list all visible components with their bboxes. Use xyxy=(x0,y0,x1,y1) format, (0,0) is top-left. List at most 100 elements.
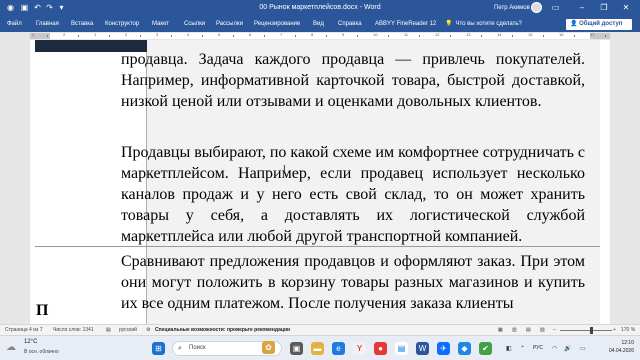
search-highlight-icon[interactable]: ✿ xyxy=(262,341,275,354)
ruler-tick xyxy=(388,35,389,37)
ruler-area: 1 2 1 2 3 4 5 6 7 8 9 10 11 12 13 14 15 16 17 xyxy=(0,32,640,40)
ruler-number: 17 xyxy=(590,32,595,37)
word-app-icon[interactable]: W xyxy=(416,342,429,355)
ruler-number: 6 xyxy=(249,32,252,37)
ruler-tick xyxy=(171,35,172,37)
left-cell-text-fragment: П xyxy=(36,302,49,319)
ruler-tick xyxy=(419,35,420,37)
ruler-number: 16 xyxy=(559,32,564,37)
windows-start-icon[interactable]: ⊞ xyxy=(152,342,165,355)
wifi-icon[interactable]: ◠ xyxy=(552,345,557,352)
cloud-icon[interactable]: ☁ xyxy=(6,342,19,353)
weather-temperature[interactable]: 12°C xyxy=(24,339,37,345)
document-page[interactable]: продавца. Задача каждого продавца — прив… xyxy=(30,40,610,324)
ruler-number: 2 xyxy=(63,32,66,37)
ruler-tick xyxy=(326,35,327,37)
ruler-tick xyxy=(574,35,575,37)
ruler-tick xyxy=(357,35,358,37)
share-button[interactable]: 👤 Общий доступ xyxy=(566,19,632,30)
ruler-tick xyxy=(481,35,482,37)
app-icon-red[interactable]: ● xyxy=(374,342,387,355)
document-canvas: продавца. Задача каждого продавца — прив… xyxy=(0,40,640,324)
search-icon: ⌕ xyxy=(178,345,182,352)
person-icon: 👤 xyxy=(570,21,580,27)
windows-taskbar: ☁ 12°C В осн. облачно ⊞ ⌕ Поиск ✿ ▣ ▬ e … xyxy=(0,335,640,360)
ruler-tick xyxy=(140,35,141,37)
restore-button[interactable]: ❐ xyxy=(594,0,614,16)
file-explorer-icon[interactable]: ▬ xyxy=(311,342,324,355)
volume-icon[interactable]: 🔊 xyxy=(564,345,571,352)
horizontal-ruler[interactable]: 1 2 1 2 3 4 5 6 7 8 9 10 11 12 13 14 15 16 17 xyxy=(30,32,610,39)
system-clock[interactable]: 12:10 04.04.2026 xyxy=(596,339,634,355)
title-bar: ◉ ▣ ↶ ↷ ▾ 00 Рынок маркетплейсов.docx - … xyxy=(0,0,640,16)
taskbar-search-label: Поиск xyxy=(189,345,206,351)
ruler-tick xyxy=(264,35,265,37)
ruler-number: 10 xyxy=(373,32,378,37)
tab-layout[interactable]: Макет xyxy=(152,16,169,32)
store-icon[interactable]: ▤ xyxy=(395,342,408,355)
ruler-tick xyxy=(295,35,296,37)
clock-time: 12:10 xyxy=(621,340,634,346)
ruler-number: 13 xyxy=(466,32,471,37)
tab-insert[interactable]: Вставка xyxy=(71,16,93,32)
ribbon-display-options-icon[interactable]: ▭ xyxy=(551,3,560,12)
ruler-tick xyxy=(450,35,451,37)
tab-abbyy[interactable]: ABBYY FineReader 12 xyxy=(375,16,436,32)
ruler-number: 1 xyxy=(94,32,97,37)
ruler-tick xyxy=(512,35,513,37)
paragraph-1[interactable]: продавца. Задача каждого продавца — прив… xyxy=(121,49,585,112)
close-button[interactable]: ✕ xyxy=(616,0,636,16)
clock-date: 04.04.2026 xyxy=(608,348,634,354)
ruler-number: 1 xyxy=(32,32,35,37)
weather-description[interactable]: В осн. облачно xyxy=(24,349,59,355)
tab-design[interactable]: Конструктор xyxy=(105,16,139,32)
tab-review[interactable]: Рецензирование xyxy=(254,16,300,32)
tab-mailings[interactable]: Рассылки xyxy=(216,16,243,32)
ruler-number: 3 xyxy=(156,32,159,37)
tab-file[interactable]: Файл xyxy=(7,16,22,32)
tell-me-label: Что вы хотите сделать? xyxy=(455,21,522,27)
ruler-number: 9 xyxy=(342,32,345,37)
ruler-number: 4 xyxy=(187,32,190,37)
tray-app-icon[interactable]: ◧ xyxy=(506,345,512,352)
ruler-tick xyxy=(233,35,234,37)
ruler-number: 2 xyxy=(125,32,128,37)
status-bar: Страница 4 из 7 Число слов: 1341 ▤ русск… xyxy=(0,324,640,335)
battery-icon[interactable]: ▭ xyxy=(580,345,586,352)
messenger-icon[interactable]: ✈ xyxy=(437,342,450,355)
app-icon-blue[interactable]: ◆ xyxy=(458,342,471,355)
ruler-number: 14 xyxy=(497,32,502,37)
paragraph-2[interactable]: Продавцы выбирают, по какой схеме им ком… xyxy=(121,142,585,247)
ruler-tick xyxy=(109,35,110,37)
zoom-slider-thumb[interactable] xyxy=(589,327,593,334)
task-view-icon[interactable]: ▣ xyxy=(290,342,303,355)
share-label: Общий доступ xyxy=(579,21,623,27)
minimize-button[interactable]: – xyxy=(572,0,592,16)
ruler-number: 15 xyxy=(528,32,533,37)
ruler-tick xyxy=(605,35,606,37)
tab-references[interactable]: Ссылки xyxy=(184,16,205,32)
tab-view[interactable]: Вид xyxy=(313,16,324,32)
tab-home[interactable]: Главная xyxy=(36,16,59,32)
tell-me-search[interactable]: 💡 Что вы хотите сделать? xyxy=(445,16,522,32)
ruler-tick xyxy=(543,35,544,37)
ruler-number: 5 xyxy=(218,32,221,37)
app-icon-green[interactable]: ✔ xyxy=(479,342,492,355)
zoom-slider[interactable] xyxy=(560,330,612,331)
ruler-number: 8 xyxy=(311,32,314,37)
user-avatar[interactable] xyxy=(531,2,542,13)
i-beam-cursor-icon: I xyxy=(283,164,286,175)
yandex-browser-icon[interactable]: Y xyxy=(353,342,366,355)
ruler-number: 12 xyxy=(435,32,440,37)
lightbulb-icon: 💡 xyxy=(445,21,453,27)
ruler-tick xyxy=(202,35,203,37)
tab-help[interactable]: Справка xyxy=(338,16,362,32)
edge-browser-icon[interactable]: e xyxy=(332,342,345,355)
input-language[interactable]: РУС xyxy=(533,336,543,360)
ruler-number: 7 xyxy=(280,32,283,37)
paragraph-3[interactable]: Сравнивают предложения продавцов и оформ… xyxy=(121,251,585,314)
ruler-tick xyxy=(47,35,48,37)
ruler-number: 11 xyxy=(404,32,409,37)
user-name[interactable]: Петр Акимов xyxy=(494,0,530,16)
show-hidden-icons-icon[interactable]: ⌃ xyxy=(520,345,525,352)
